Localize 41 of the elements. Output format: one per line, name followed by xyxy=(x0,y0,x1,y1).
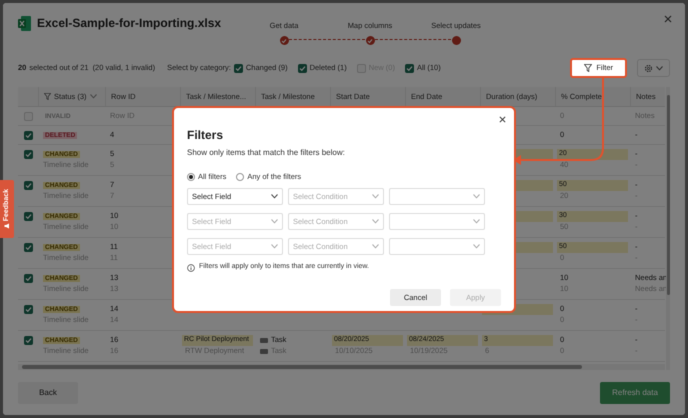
checkbox[interactable] xyxy=(298,64,307,72)
refresh-data-button[interactable]: Refresh data xyxy=(600,382,670,404)
chevron-down-icon xyxy=(271,244,278,250)
chevron-down-icon xyxy=(372,194,379,200)
checkbox[interactable] xyxy=(24,304,32,314)
spreadsheet-file-icon xyxy=(18,16,31,30)
checkbox[interactable] xyxy=(234,64,243,72)
checkbox[interactable] xyxy=(404,64,414,72)
dialog-subtitle: Show only items that match the filters below: xyxy=(187,147,346,159)
horizontal-scrollbar[interactable] xyxy=(18,364,665,370)
settings-dropdown[interactable] xyxy=(637,59,670,77)
checkbox[interactable] xyxy=(24,242,32,252)
chevron-down-icon xyxy=(271,194,278,200)
chevron-down-icon xyxy=(656,66,663,70)
radio-button[interactable] xyxy=(236,172,244,181)
vertical-scrollbar[interactable] xyxy=(666,87,670,370)
checkbox[interactable] xyxy=(24,180,32,190)
filter-icon xyxy=(44,93,51,100)
chevron-down-icon xyxy=(473,244,480,250)
info-icon xyxy=(187,264,195,272)
checkbox[interactable] xyxy=(24,150,32,158)
megaphone-icon xyxy=(4,223,10,230)
chevron-down-icon xyxy=(473,219,480,224)
back-button[interactable]: Back xyxy=(18,382,78,404)
chevron-down-icon xyxy=(271,219,278,224)
checkbox[interactable] xyxy=(24,130,32,140)
close-icon[interactable] xyxy=(664,15,672,23)
file-title: Excel-Sample-for-Importing.xlsx xyxy=(37,15,222,32)
checkbox[interactable] xyxy=(24,336,32,344)
filter-icon xyxy=(584,64,592,72)
dialog-title: Filters xyxy=(187,127,224,144)
radio-button[interactable] xyxy=(187,172,195,181)
close-icon[interactable] xyxy=(499,116,506,123)
checkbox[interactable] xyxy=(24,112,32,120)
chevron-down-icon xyxy=(372,219,379,224)
settings-icon xyxy=(644,64,653,72)
checkbox[interactable] xyxy=(24,212,32,220)
chevron-down-icon xyxy=(90,94,97,99)
chevron-down-icon xyxy=(372,244,379,250)
checkbox[interactable] xyxy=(24,274,32,282)
chevron-down-icon xyxy=(473,194,480,200)
